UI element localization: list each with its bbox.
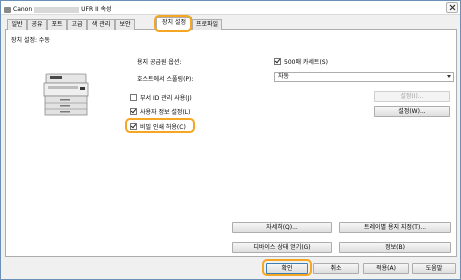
tray-paper-button[interactable]: 트레이별 용지 지정(T)... xyxy=(339,222,451,233)
tab-advanced[interactable]: 고급 xyxy=(67,19,87,30)
paper-source-label: 용지 공급원 옵션: xyxy=(137,59,182,66)
dept-id-label: 부서 ID 관리 사용(J) xyxy=(140,95,192,102)
window-title: Canon UFR II 속성 xyxy=(4,4,112,13)
window-title-suffix: UFR II 속성 xyxy=(81,6,112,13)
title-bar: Canon UFR II 속성 xyxy=(1,1,460,15)
checkbox-box[interactable] xyxy=(130,123,137,130)
tab-security[interactable]: 보안 xyxy=(115,19,135,30)
secure-print-label: 비밀 인쇄 허용(C) xyxy=(140,124,186,131)
section-title: 장치 설정: 수동 xyxy=(11,37,50,44)
tab-strip: 일반 공유 포트 고급 색 관리 보안 장치 설정 프로파일 xyxy=(5,17,457,31)
tab-profile[interactable]: 프로파일 xyxy=(192,19,222,30)
spool-select[interactable]: 자동 xyxy=(274,72,454,82)
device-status-button[interactable]: 디바이스 상태 얻기(G) xyxy=(232,242,332,253)
paper-source-option-label: 500매 카세트(S) xyxy=(284,59,328,66)
tab-color-management[interactable]: 색 관리 xyxy=(87,19,115,30)
spool-label: 호스트에서 스풀링(P): xyxy=(137,76,194,83)
redacted-model-name xyxy=(34,6,80,13)
apply-button[interactable]: 적용(A) xyxy=(363,263,409,274)
user-info-label: 사용자 정보 설정(L) xyxy=(140,109,191,116)
printer-illustration xyxy=(43,73,89,116)
user-info-checkbox[interactable]: 사용자 정보 설정(L) xyxy=(130,107,190,116)
paper-source-option-checkbox[interactable]: 500매 카세트(S) xyxy=(274,57,328,66)
ok-button[interactable]: 확인 xyxy=(266,263,308,274)
dept-settings-button[interactable]: 설정(I)... xyxy=(374,91,450,102)
close-button[interactable] xyxy=(446,2,458,13)
checkbox-box[interactable] xyxy=(130,108,137,115)
close-icon xyxy=(449,4,456,11)
tab-device-settings[interactable]: 장치 설정 xyxy=(156,17,192,31)
chevron-down-icon xyxy=(447,75,451,78)
checkbox-box[interactable] xyxy=(130,94,137,101)
device-settings-panel: 장치 설정: 수동 용지 공급원 옵션: 500매 카세트(S) 호스트에서 스… xyxy=(5,30,457,257)
tab-ports[interactable]: 포트 xyxy=(47,19,67,30)
tab-sharing[interactable]: 공유 xyxy=(27,19,47,30)
spool-select-value: 자동 xyxy=(278,73,290,80)
user-settings-button[interactable]: 설정(W)... xyxy=(374,106,450,117)
details-button[interactable]: 자세히(Q)... xyxy=(232,222,332,233)
checkbox-box[interactable] xyxy=(274,58,281,65)
info-button[interactable]: 정보(B) xyxy=(339,242,451,253)
cancel-button[interactable]: 취소 xyxy=(313,263,359,274)
tab-general[interactable]: 일반 xyxy=(7,19,27,30)
dept-id-checkbox[interactable]: 부서 ID 관리 사용(J) xyxy=(130,93,192,102)
printer-icon xyxy=(4,6,11,13)
secure-print-checkbox[interactable]: 비밀 인쇄 허용(C) xyxy=(130,122,186,131)
help-button[interactable]: 도움말 xyxy=(412,263,456,274)
window-title-brand: Canon xyxy=(13,6,33,13)
printer-properties-window: Canon UFR II 속성 일반 공유 포트 고급 색 관리 보안 장치 설정… xyxy=(0,0,461,280)
